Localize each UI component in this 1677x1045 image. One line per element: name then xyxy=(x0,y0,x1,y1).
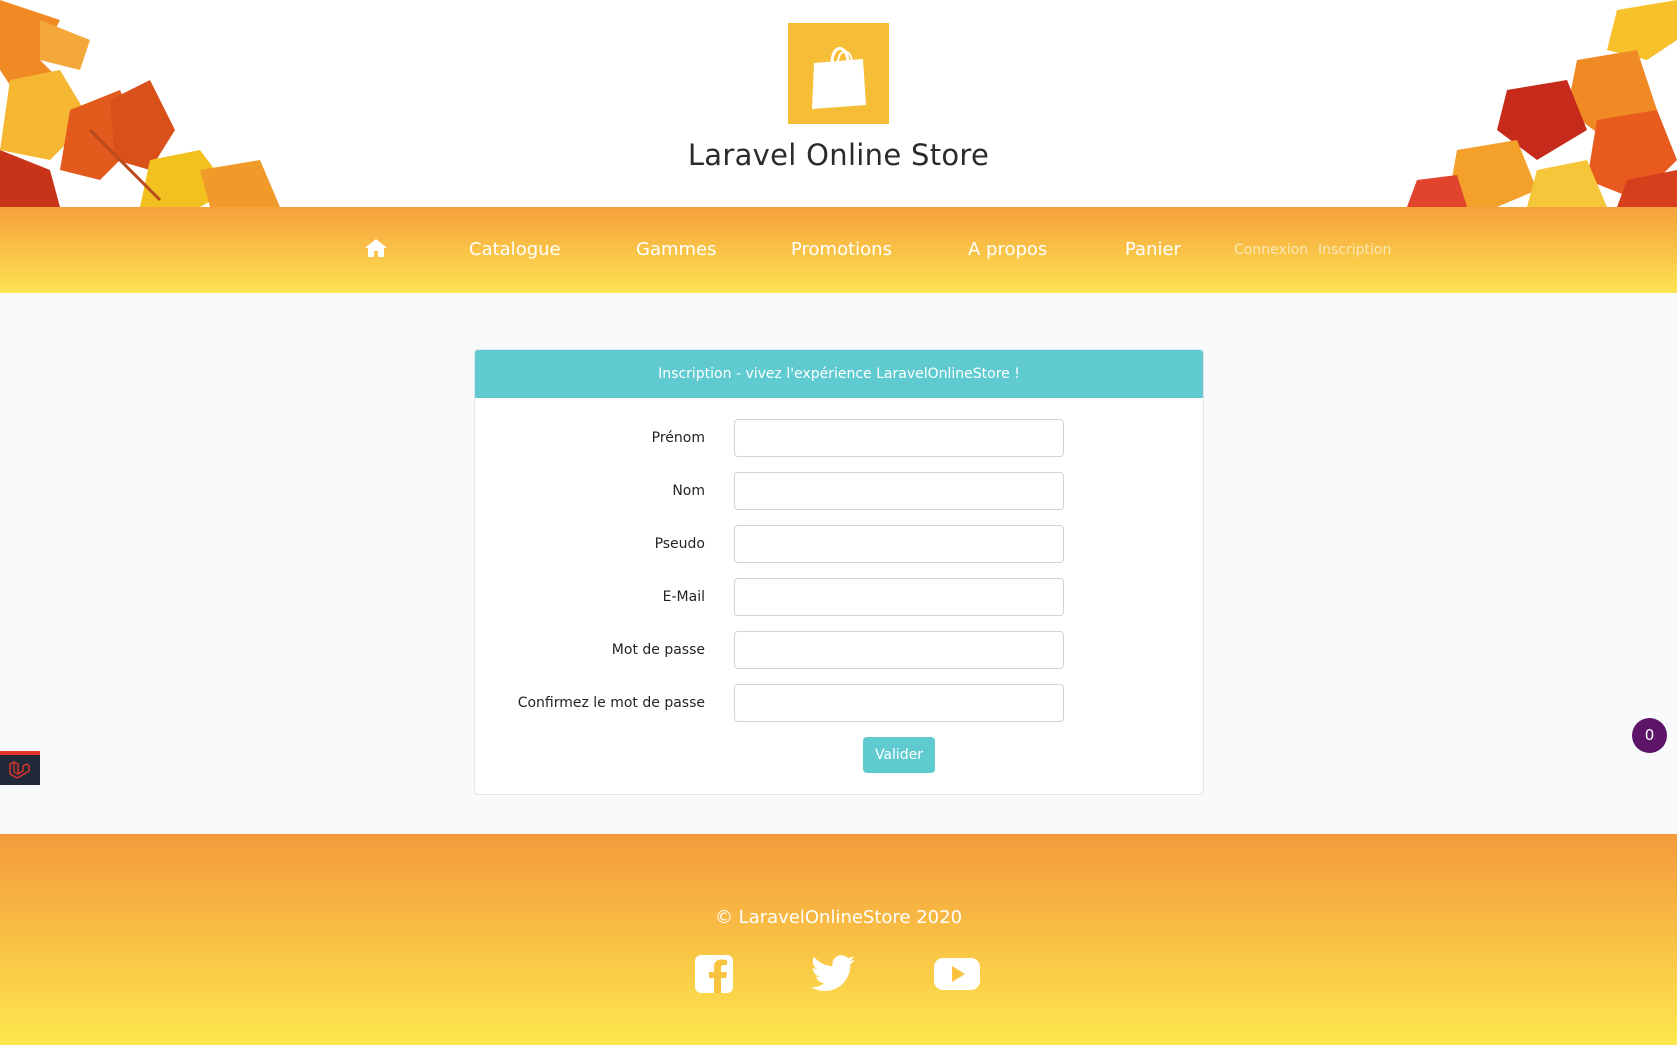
facebook-icon[interactable] xyxy=(695,955,733,993)
form-row-email: E-Mail xyxy=(475,578,1203,616)
nav-item-panier[interactable]: Panier xyxy=(1125,207,1181,293)
site-header: Laravel Online Store xyxy=(0,0,1677,207)
pseudo-label: Pseudo xyxy=(654,536,705,552)
email-input[interactable] xyxy=(734,578,1064,616)
nav-item-a-propos[interactable]: A propos xyxy=(968,207,1047,293)
form-row-prenom: Prénom xyxy=(475,419,1203,457)
nom-input[interactable] xyxy=(734,472,1064,510)
laravel-debugbar-toggle[interactable] xyxy=(0,751,40,785)
form-row-password: Mot de passe xyxy=(475,631,1203,669)
twitter-icon[interactable] xyxy=(811,955,855,993)
main-navbar: Catalogue Gammes Promotions A propos Pan… xyxy=(0,207,1677,293)
prenom-label: Prénom xyxy=(651,430,705,446)
nav-item-catalogue[interactable]: Catalogue xyxy=(469,207,561,293)
copyright-text: © LaravelOnlineStore 2020 xyxy=(714,907,963,928)
laravel-icon xyxy=(9,761,30,779)
register-card-heading: Inscription - vivez l'expérience Laravel… xyxy=(475,350,1203,398)
nav-item-promotions[interactable]: Promotions xyxy=(791,207,892,293)
cart-count-badge[interactable]: 0 xyxy=(1632,718,1667,753)
login-link[interactable]: Connexion xyxy=(1234,207,1308,293)
nom-label: Nom xyxy=(672,483,705,499)
form-row-password-confirm: Confirmez le mot de passe xyxy=(475,684,1203,722)
password-confirm-label: Confirmez le mot de passe xyxy=(517,695,705,711)
youtube-icon[interactable] xyxy=(934,955,980,993)
pseudo-input[interactable] xyxy=(734,525,1064,563)
autumn-leaves-decoration-left xyxy=(0,0,280,207)
email-label: E-Mail xyxy=(662,589,705,605)
register-link[interactable]: Inscription xyxy=(1318,207,1391,293)
autumn-leaves-decoration-right xyxy=(1407,0,1677,207)
register-card: Inscription - vivez l'expérience Laravel… xyxy=(474,349,1204,795)
password-label: Mot de passe xyxy=(611,642,705,658)
home-icon[interactable] xyxy=(364,236,388,260)
form-row-nom: Nom xyxy=(475,472,1203,510)
submit-button[interactable]: Valider xyxy=(863,737,935,773)
site-title: Laravel Online Store xyxy=(687,138,990,172)
prenom-input[interactable] xyxy=(734,419,1064,457)
password-input[interactable] xyxy=(734,631,1064,669)
form-row-pseudo: Pseudo xyxy=(475,525,1203,563)
password-confirm-input[interactable] xyxy=(734,684,1064,722)
nav-item-gammes[interactable]: Gammes xyxy=(636,207,717,293)
site-footer: © LaravelOnlineStore 2020 xyxy=(0,834,1677,1045)
shopping-bag-icon[interactable] xyxy=(788,23,889,124)
